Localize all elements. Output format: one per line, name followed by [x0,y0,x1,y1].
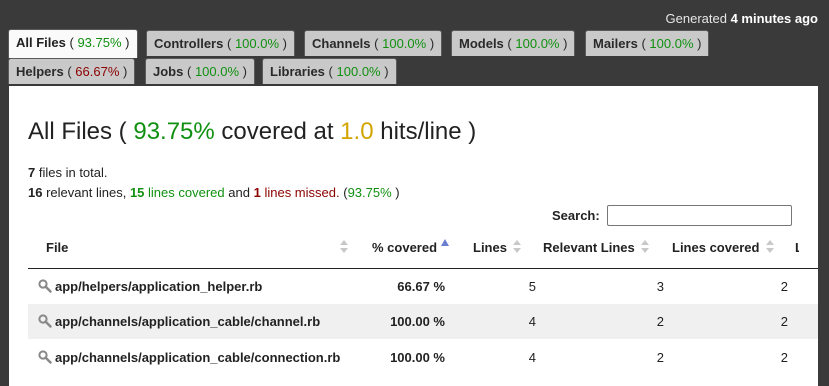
lines-covered-count: 2 [780,279,788,294]
relevant-lines-count: 2 [656,314,664,329]
file-link[interactable]: app/channels/application_cable/connectio… [55,350,340,365]
column-header-file[interactable]: File [46,240,68,255]
relevant-lines-count: 2 [656,350,664,365]
tab-jobs[interactable]: Jobs ( 100.0% ) [145,58,255,84]
coverage-percent: 100.00 % [390,314,445,329]
column-header-lines-covered[interactable]: Lines covered [672,240,759,255]
sort-icon-lines [513,240,521,254]
magnifier-icon [38,350,52,364]
generated-timestamp: Generated 4 minutes ago [665,11,818,26]
search-label: Search: [552,208,600,223]
magnifier-icon [38,279,52,293]
coverage-percent: 100.00 % [390,350,445,365]
relevant-lines-count: 3 [656,279,664,294]
tab-helpers[interactable]: Helpers ( 66.67% ) [8,58,136,84]
table-row[interactable]: app/channels/application_cable/connectio… [28,340,818,375]
tab-controllers[interactable]: Controllers ( 100.0% ) [146,30,295,56]
content-panel: All Files ( 93.75% covered at 1.0 hits/l… [9,86,818,386]
tab-all-files[interactable]: All Files ( 93.75% ) [8,29,138,58]
tab-models[interactable]: Models ( 100.0% ) [451,30,576,56]
tab-mailers[interactable]: Mailers ( 100.0% ) [585,30,710,56]
file-link[interactable]: app/channels/application_cable/channel.r… [55,314,320,329]
column-header-relevant-lines[interactable]: Relevant Lines [543,240,635,255]
lines-covered-count: 2 [780,314,788,329]
lines-count: 4 [528,314,536,329]
table-row[interactable]: app/helpers/application_helper.rb 66.67 … [28,269,818,304]
files-summary: 7 files in total. [28,165,108,180]
lines-summary: 16 relevant lines, 15 lines covered and … [28,185,400,200]
magnifier-icon [38,314,52,328]
column-header-lines-missed[interactable]: L [795,240,799,255]
tab-channels[interactable]: Channels ( 100.0% ) [304,30,443,56]
tab-libraries[interactable]: Libraries ( 100.0% ) [262,58,397,84]
sort-icon-file [340,240,348,254]
coverage-percent: 66.67 % [397,279,445,294]
column-header-lines[interactable]: Lines [473,240,507,255]
page-title: All Files ( 93.75% covered at 1.0 hits/l… [28,118,477,145]
column-header-percent-covered[interactable]: % covered [372,240,437,255]
search-input[interactable] [607,205,792,226]
lines-count: 4 [528,350,536,365]
lines-count: 5 [528,279,536,294]
table-row[interactable]: app/channels/application_cable/channel.r… [28,304,818,339]
sort-icon-lines-covered [766,240,774,254]
lines-covered-count: 2 [780,350,788,365]
sort-ascending-icon [441,239,449,246]
file-link[interactable]: app/helpers/application_helper.rb [55,279,262,294]
sort-icon-relevant-lines [641,240,649,254]
